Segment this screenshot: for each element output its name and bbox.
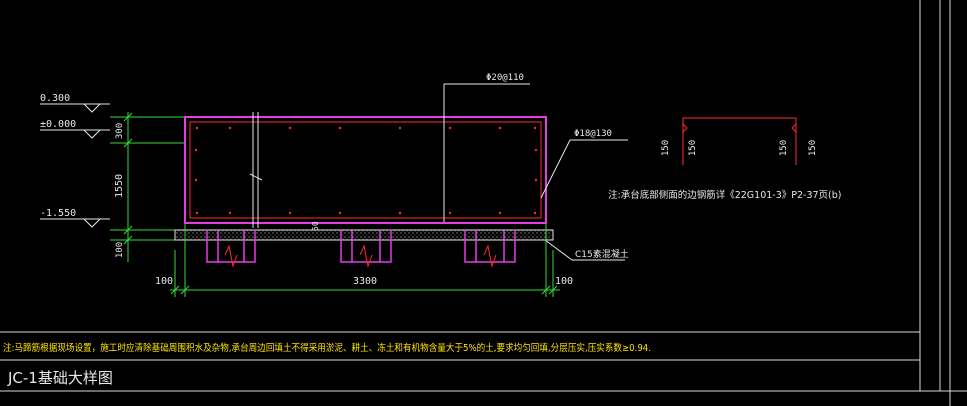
pile-break-marks <box>224 244 497 268</box>
elevation-top-label: 0.300 <box>40 93 70 104</box>
rebar-cage <box>189 121 542 219</box>
dim-100-vertical-label: 100 <box>115 242 125 258</box>
detail-dim-150-b: 150 <box>688 140 698 156</box>
top-rebar-leader <box>443 83 530 222</box>
dim-100-right-label: 100 <box>555 276 573 287</box>
detail-note: 注:承台底部侧面的边钢筋详《22G101-3》P2-37页(b) <box>608 189 842 201</box>
elevation-ground-label: ±0.000 <box>40 119 76 130</box>
elevation-bottom-label: -1.550 <box>40 208 76 219</box>
dim-3300-label: 3300 <box>353 276 377 287</box>
break-line <box>249 112 263 228</box>
concrete-base-label: C15素混凝土 <box>575 248 629 260</box>
bottom-note: 注:马蹄筋根据现场设置，施工时应清除基础周围积水及杂物,承台周边回填土不得采用淤… <box>3 342 651 354</box>
detail-dim-150-d: 150 <box>808 140 818 156</box>
dim-1550-label: 1550 <box>114 174 125 198</box>
drawing-title: JC-1基础大样图 <box>7 369 113 387</box>
detail-dim-150-c: 150 <box>779 140 789 156</box>
drawing-canvas: 0.300 ±0.000 -1.550 300 1550 100 50 Φ20@… <box>0 0 967 406</box>
side-rebar-label: Φ18@130 <box>574 129 612 139</box>
dim-100-left-label: 100 <box>155 276 173 287</box>
rebar-dots <box>194 126 538 215</box>
concrete-base-slab <box>174 229 554 241</box>
dim-50-label: 50 <box>311 221 320 231</box>
top-rebar-label: Φ20@110 <box>486 73 524 83</box>
footing-outline <box>184 116 547 224</box>
dim-300-label: 300 <box>115 123 125 139</box>
detail-dim-150-a: 150 <box>661 140 671 156</box>
